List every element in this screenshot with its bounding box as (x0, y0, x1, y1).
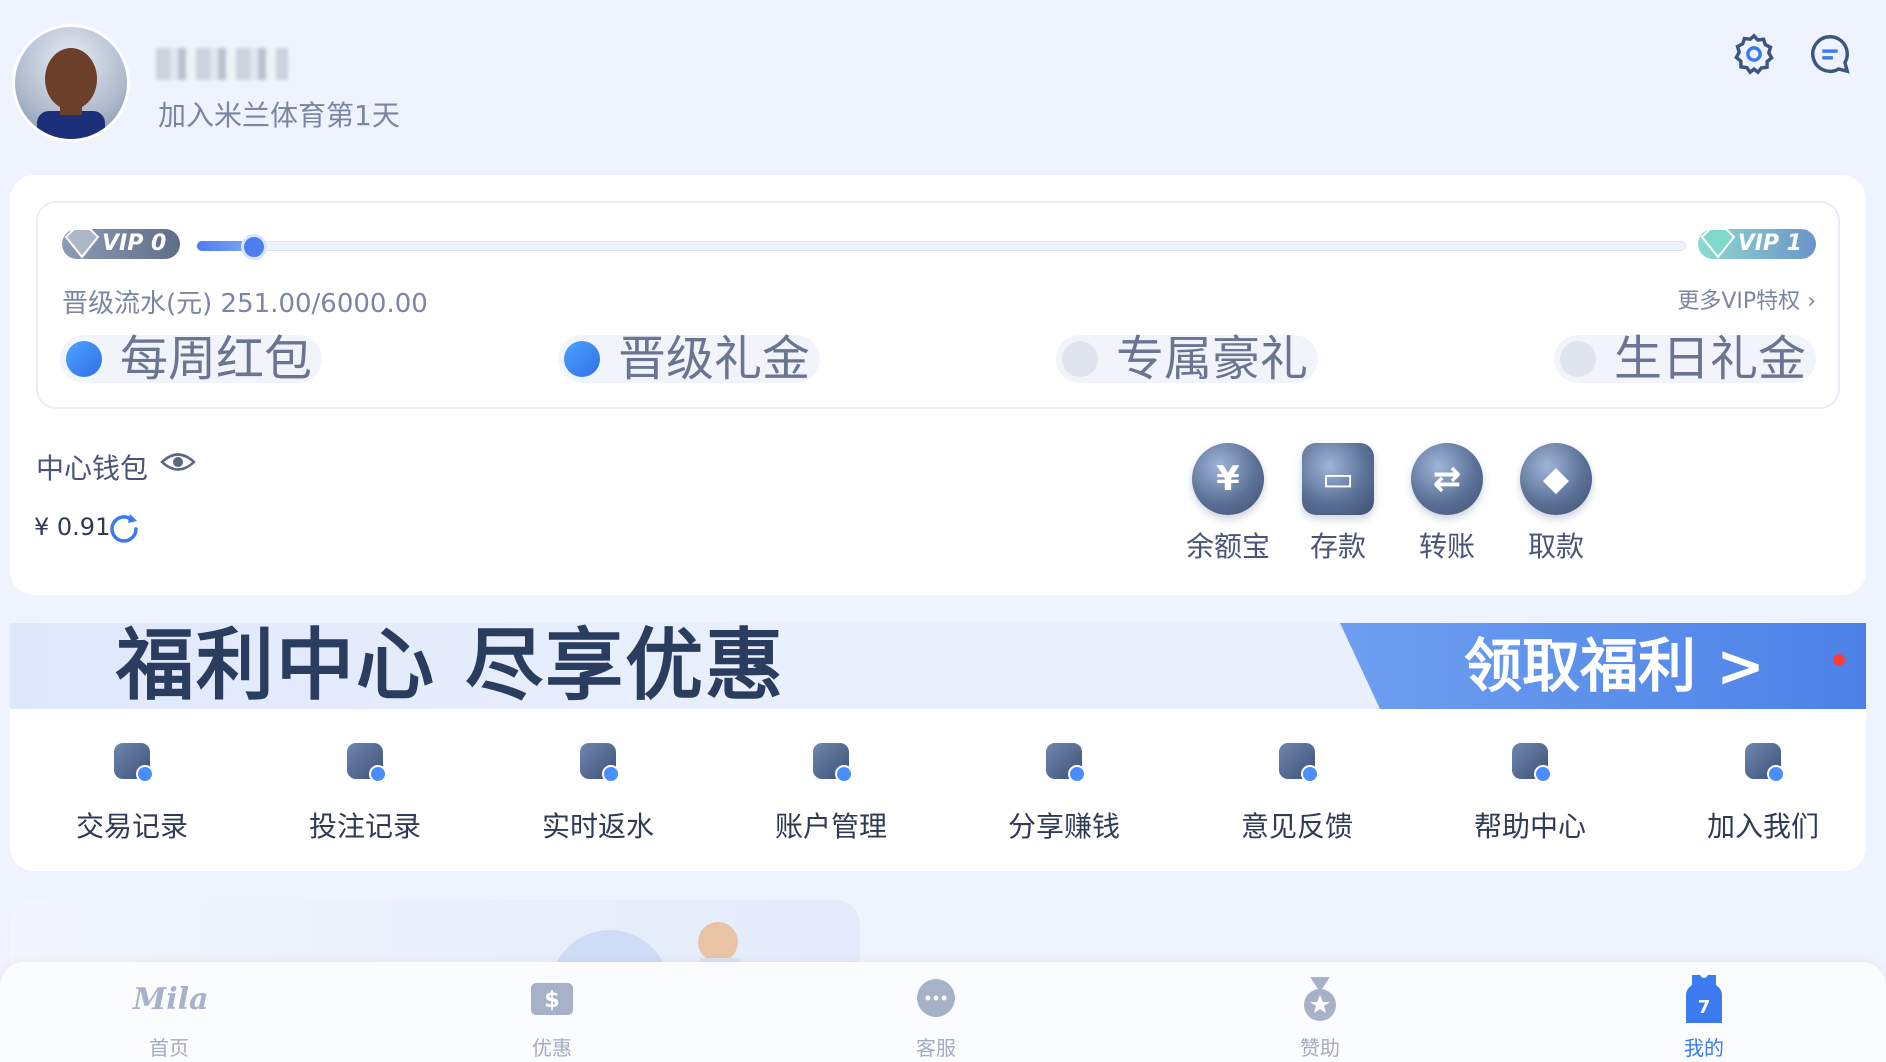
menu-label: 账户管理 (774, 810, 887, 843)
deposit-button[interactable]: ▭ 存款 (1288, 443, 1388, 565)
transfer-button[interactable]: ⇄ 转账 (1397, 443, 1497, 565)
check-icon (564, 341, 600, 377)
nav-home[interactable]: Milan 首页 (109, 972, 229, 1061)
menu-label: 分享赚钱 (1007, 810, 1120, 843)
chat-icon (876, 972, 996, 1026)
vip-progress-box[interactable]: VIP 0 VIP 1 晋级流水(元) 251.00/6000.00 更多VIP… (36, 201, 1840, 409)
vip-progress-knob (241, 234, 268, 260)
next-vip-label: VIP 1 (1737, 231, 1802, 256)
bet-record-icon (347, 743, 387, 783)
jersey-icon: 7 (1644, 972, 1764, 1026)
username-blurred (156, 48, 288, 80)
nav-customer-service[interactable]: 客服 (876, 972, 996, 1061)
yuebao-button[interactable]: ¥ 余额宝 (1178, 443, 1278, 565)
avatar-image (37, 48, 105, 139)
withdraw-icon: ◆ (1520, 443, 1592, 515)
vip-progress-bar (196, 234, 1686, 260)
nav-promotions[interactable]: $ 优惠 (492, 972, 612, 1061)
current-vip-label: VIP 0 (102, 231, 167, 256)
message-icon[interactable] (1804, 28, 1856, 80)
more-vip-label: 更多VIP特权 (1677, 289, 1801, 314)
menu-label: 帮助中心 (1473, 810, 1586, 843)
more-vip-link[interactable]: 更多VIP特权 › (1677, 283, 1816, 315)
quick-menu: 交易记录 投注记录 实时返水 账户管理 分享赚钱 意见反馈 帮助中心 加入我们 (10, 709, 1866, 871)
lock-x-icon (1560, 341, 1596, 377)
bottom-nav: Milan 首页 $ 优惠 客服 (0, 962, 1886, 1062)
central-wallet-label: 中心钱包 (36, 452, 149, 485)
transfer-icon: ⇄ (1411, 443, 1483, 515)
perk-birthday-bonus: 生日礼金 (1554, 335, 1817, 383)
perk-label: 生日礼金 (1614, 331, 1807, 387)
perk-weekly-red-packet: 每周红包 (60, 335, 323, 383)
join-us-icon (1745, 743, 1785, 783)
milan-logo-icon: Milan (109, 972, 229, 1026)
current-vip-badge: VIP 0 (62, 228, 181, 259)
svg-text:$: $ (544, 988, 559, 1013)
menu-item-share[interactable]: 分享赚钱 (984, 743, 1144, 845)
rebate-icon (580, 743, 620, 783)
next-vip-badge: VIP 1 (1697, 228, 1816, 259)
perk-label: 专属豪礼 (1116, 331, 1309, 387)
banner-title: 福利中心 尽享优惠 (116, 623, 786, 709)
nav-label: 优惠 (532, 1036, 572, 1060)
upgrade-turnover-text: 晋级流水(元) 251.00/6000.00 (62, 289, 428, 319)
diamond-icon (1700, 228, 1736, 259)
action-label: 转账 (1418, 530, 1475, 563)
menu-item-bet-record[interactable]: 投注记录 (285, 743, 445, 845)
claim-welfare-button[interactable]: 领取福利 > (1464, 623, 1765, 709)
action-label: 余额宝 (1185, 530, 1270, 563)
nav-label: 赞助 (1300, 1036, 1340, 1060)
wallet-balance: ¥ 0.91 (34, 513, 111, 541)
action-label: 存款 (1309, 530, 1366, 563)
help-icon (1512, 743, 1552, 783)
action-label: 取款 (1527, 530, 1584, 563)
coupon-icon: $ (492, 972, 612, 1026)
nav-mine[interactable]: 7 我的 (1644, 972, 1764, 1061)
svg-text:7: 7 (1698, 997, 1711, 1018)
diamond-icon (64, 228, 100, 259)
promo-card-peek[interactable] (10, 900, 860, 970)
transaction-record-icon (114, 743, 154, 783)
share-icon (1046, 743, 1086, 783)
svg-text:Milan: Milan (132, 982, 209, 1017)
menu-label: 投注记录 (308, 810, 421, 843)
settings-icon[interactable] (1728, 28, 1780, 80)
wallet-icon: ▭ (1302, 443, 1374, 515)
menu-item-transaction-record[interactable]: 交易记录 (52, 743, 212, 845)
notification-dot (1833, 654, 1845, 666)
nav-label: 我的 (1684, 1036, 1724, 1060)
menu-label: 实时返水 (541, 810, 654, 843)
withdraw-button[interactable]: ◆ 取款 (1506, 443, 1606, 565)
menu-label: 意见反馈 (1240, 810, 1353, 843)
menu-label: 交易记录 (75, 810, 188, 843)
yen-coin-icon: ¥ (1192, 443, 1264, 515)
refresh-icon[interactable] (106, 511, 142, 547)
menu-item-account[interactable]: 账户管理 (751, 743, 911, 845)
menu-item-feedback[interactable]: 意见反馈 (1217, 743, 1377, 845)
account-page: 加入米兰体育第1天 VIP 0 VIP 1 晋级流水(元) 251.00/600… (0, 0, 1886, 1062)
menu-label: 加入我们 (1706, 810, 1819, 843)
account-icon (813, 743, 853, 783)
menu-item-help[interactable]: 帮助中心 (1450, 743, 1610, 845)
eye-icon[interactable] (160, 447, 196, 477)
menu-item-rebate[interactable]: 实时返水 (518, 743, 678, 845)
vip-wallet-card: VIP 0 VIP 1 晋级流水(元) 251.00/6000.00 更多VIP… (10, 175, 1866, 595)
medal-icon (1260, 972, 1380, 1026)
nav-label: 客服 (916, 1036, 956, 1060)
perk-exclusive-gift: 专属豪礼 (1056, 335, 1319, 383)
nav-label: 首页 (149, 1036, 189, 1060)
menu-item-join-us[interactable]: 加入我们 (1683, 743, 1843, 845)
nav-sponsorship[interactable]: 赞助 (1260, 972, 1380, 1061)
welfare-center-banner[interactable]: 福利中心 尽享优惠 领取福利 > (10, 623, 1866, 709)
perk-label: 晋级礼金 (618, 331, 811, 387)
promo-image (553, 922, 740, 970)
perk-upgrade-bonus: 晋级礼金 (558, 335, 821, 383)
avatar[interactable] (12, 24, 130, 142)
join-days-text: 加入米兰体育第1天 (158, 99, 400, 132)
lock-x-icon (1062, 341, 1098, 377)
feedback-icon (1279, 743, 1319, 783)
chevron-right-icon: › (1807, 289, 1816, 314)
perk-label: 每周红包 (120, 331, 313, 387)
check-icon (66, 341, 102, 377)
